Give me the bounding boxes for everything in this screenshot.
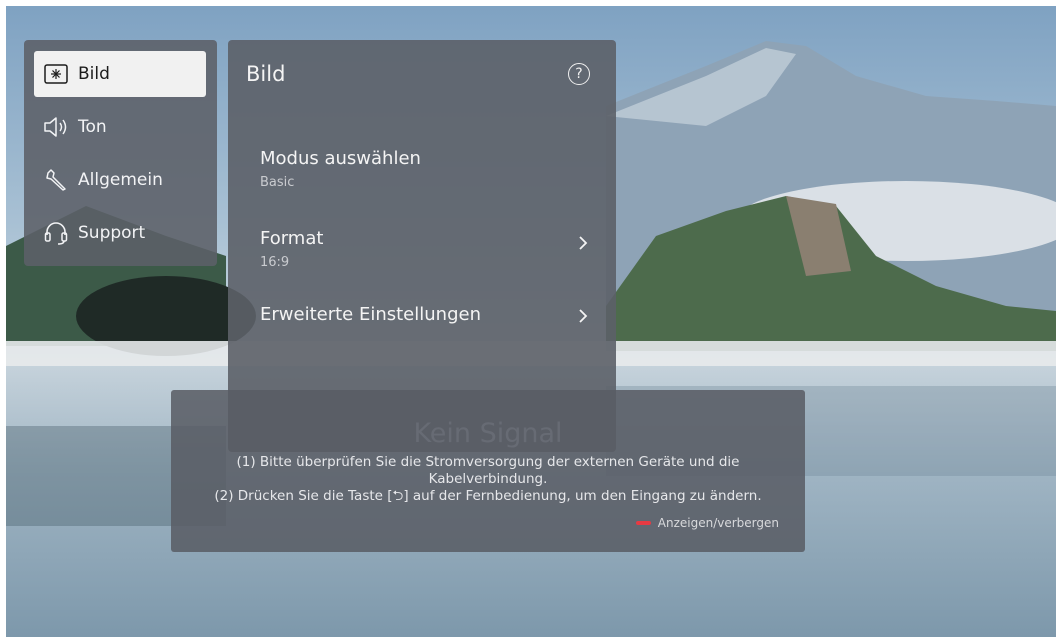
wrench-icon (42, 166, 70, 194)
notice-line: (2) Drücken Sie die Taste [⮌] auf der Fe… (214, 488, 762, 504)
chevron-right-icon (579, 236, 588, 250)
menu-item-bild[interactable]: Bild (34, 51, 206, 97)
red-button-icon (635, 521, 651, 525)
menu-item-support[interactable]: Support (34, 210, 206, 256)
menu-item-label: Support (78, 223, 146, 243)
menu-item-ton[interactable]: Ton (34, 104, 206, 150)
notice-line: (1) Bitte überprüfen Sie die Stromversor… (236, 454, 740, 470)
panel-title: Bild (246, 62, 286, 86)
show-hide-hint[interactable]: Anzeigen/verbergen (635, 516, 779, 530)
help-icon[interactable]: ? (568, 63, 590, 85)
row-label: Modus auswählen (260, 148, 421, 169)
row-label: Erweiterte Einstellungen (260, 304, 481, 325)
row-modus-auswaehlen[interactable]: Modus auswählen Basic (260, 148, 590, 196)
side-menu: Bild Ton Allgemein Support (24, 40, 217, 266)
row-value: 16:9 (260, 255, 290, 270)
chevron-right-icon (579, 309, 588, 323)
row-value: Basic (260, 175, 295, 190)
menu-item-allgemein[interactable]: Allgemein (34, 157, 206, 203)
hint-label: Anzeigen/verbergen (657, 516, 779, 530)
tv-screen: Bild Ton Allgemein Support Bild ? Modus … (6, 6, 1056, 637)
notice-title: Kein Signal (413, 418, 563, 449)
speaker-icon (42, 113, 70, 141)
picture-icon (42, 60, 70, 88)
row-label: Format (260, 228, 324, 249)
row-erweiterte-einstellungen[interactable]: Erweiterte Einstellungen (260, 304, 590, 352)
menu-item-label: Bild (78, 64, 110, 84)
headset-icon (42, 219, 70, 247)
no-signal-notice: Kein Signal (1) Bitte überprüfen Sie die… (171, 390, 805, 552)
row-format[interactable]: Format 16:9 (260, 228, 590, 276)
menu-item-label: Allgemein (78, 170, 163, 190)
notice-text: (1) Bitte überprüfen Sie die Stromversor… (171, 454, 805, 505)
notice-line: Kabelverbindung. (428, 471, 548, 487)
menu-item-label: Ton (78, 117, 107, 137)
